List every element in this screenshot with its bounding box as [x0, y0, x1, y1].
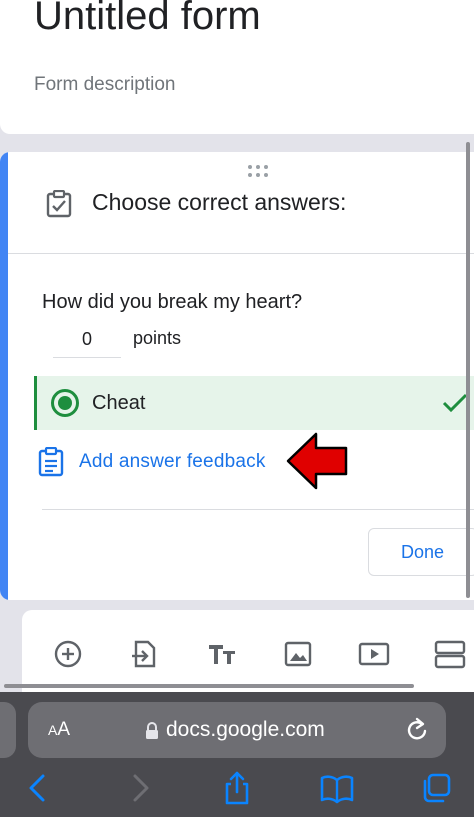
vertical-scrollbar[interactable]	[466, 142, 470, 598]
active-card-accent	[0, 152, 8, 600]
add-title-icon[interactable]	[206, 638, 238, 670]
drag-handle-icon[interactable]	[246, 164, 270, 178]
back-chevron-icon[interactable]	[22, 770, 56, 806]
share-icon[interactable]	[220, 770, 254, 806]
add-video-icon[interactable]	[358, 638, 390, 670]
lock-icon	[146, 722, 158, 739]
points-label: points	[133, 328, 182, 348]
tabs-icon[interactable]	[420, 770, 454, 806]
question-text: How did you break my heart?	[42, 291, 303, 313]
checkmark-icon	[442, 393, 468, 413]
points-input[interactable]: 0	[53, 322, 121, 358]
add-section-icon[interactable]	[434, 638, 466, 670]
bookmarks-icon[interactable]	[320, 770, 354, 806]
answer-key-title: Choose correct answers:	[92, 189, 347, 215]
feedback-clipboard-icon[interactable]	[38, 447, 64, 477]
card-divider	[42, 509, 474, 510]
aa-big-label: A	[57, 719, 71, 740]
import-questions-icon[interactable]	[128, 638, 160, 670]
aa-small-label: A	[48, 722, 58, 738]
answer-key-clipboard-icon	[46, 190, 72, 218]
form-title[interactable]: Untitled form	[34, 0, 261, 39]
reload-icon[interactable]	[404, 716, 430, 744]
answer-option-label: Cheat	[92, 392, 146, 414]
url-text[interactable]: docs.google.com	[166, 718, 325, 742]
horizontal-scrollbar[interactable]	[4, 684, 414, 688]
forward-chevron-icon[interactable]	[122, 770, 156, 806]
reader-options-button[interactable]: AA	[48, 719, 70, 741]
previous-tab-preview[interactable]	[0, 702, 16, 758]
radio-selected-icon[interactable]	[51, 389, 79, 417]
red-arrow-annotation-icon	[286, 432, 348, 490]
add-question-icon[interactable]	[52, 638, 84, 670]
form-toolbar	[22, 610, 474, 692]
add-image-icon[interactable]	[282, 638, 314, 670]
form-description[interactable]: Form description	[34, 74, 176, 96]
done-button[interactable]: Done	[368, 528, 474, 576]
correct-answer-option[interactable]: Cheat	[34, 376, 474, 430]
add-answer-feedback-link[interactable]: Add answer feedback	[79, 451, 266, 473]
form-header-card: Untitled form Form description	[0, 0, 474, 134]
